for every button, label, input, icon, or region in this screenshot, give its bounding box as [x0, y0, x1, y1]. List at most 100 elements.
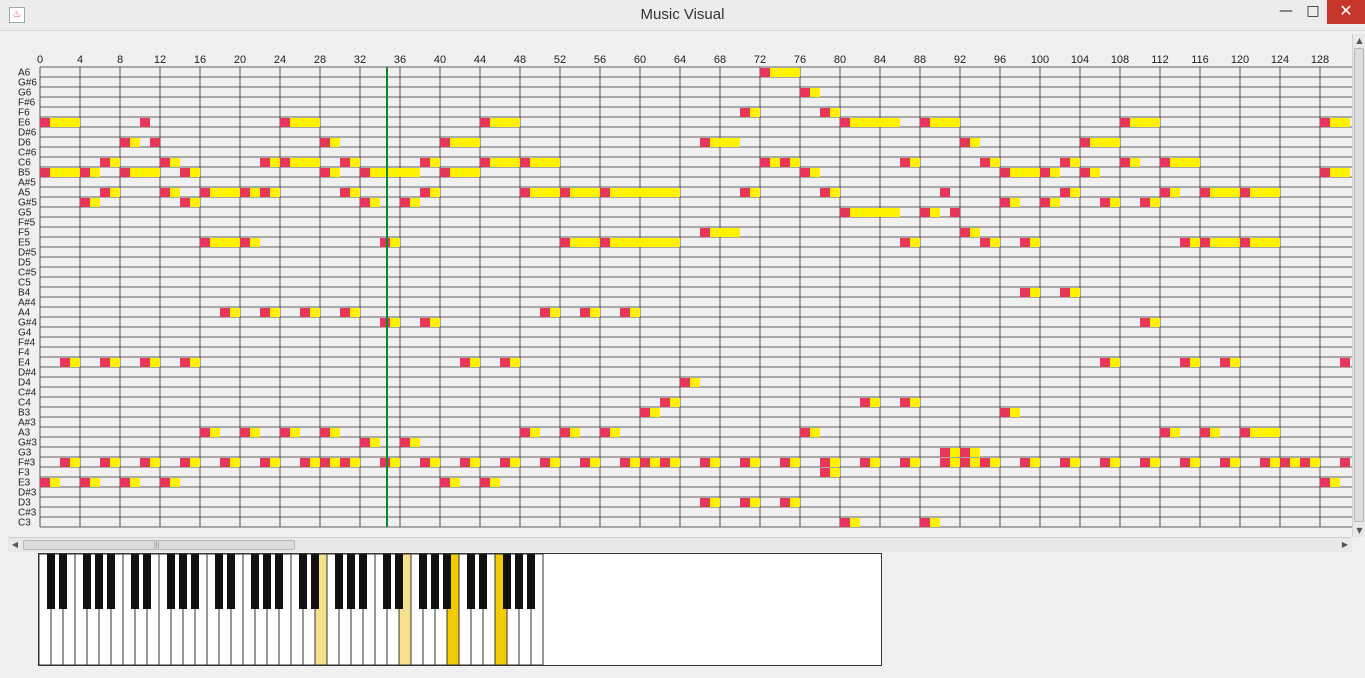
note-onset [140, 458, 150, 467]
note [900, 238, 920, 247]
note [380, 238, 400, 247]
note-onset [540, 458, 550, 467]
note [260, 458, 280, 467]
scroll-left-icon[interactable]: ◀ [8, 538, 22, 552]
scroll-up-icon[interactable]: ▲ [1353, 34, 1365, 47]
grip-icon: ||| [154, 542, 160, 549]
note-onset [150, 138, 160, 147]
scroll-right-icon[interactable]: ▶ [1338, 538, 1352, 552]
black-key [383, 554, 391, 609]
pitch-label: C3 [18, 518, 31, 529]
note-onset [540, 308, 550, 317]
close-button[interactable]: ✕ [1327, 0, 1365, 24]
note-onset [780, 498, 790, 507]
note-onset [120, 138, 130, 147]
note-onset [1020, 238, 1030, 247]
vertical-scroll-thumb[interactable] [1354, 48, 1364, 522]
note [300, 308, 320, 317]
black-key [215, 554, 223, 609]
note-onset [1040, 168, 1050, 177]
maximize-button[interactable]: □ [1298, 0, 1328, 24]
note-onset [860, 458, 870, 467]
note-onset [960, 448, 970, 457]
note-onset [1060, 458, 1070, 467]
note [380, 458, 400, 467]
note-onset [1180, 358, 1190, 367]
note-onset [1000, 168, 1010, 177]
note-onset [980, 458, 990, 467]
note-onset [320, 458, 330, 467]
note-onset [180, 168, 190, 177]
note [1000, 168, 1040, 177]
piano-keyboard[interactable] [38, 553, 882, 666]
note-onset [220, 458, 230, 467]
note-onset [1120, 118, 1130, 127]
note [440, 138, 480, 147]
note [340, 308, 360, 317]
note [580, 458, 600, 467]
horizontal-scroll-thumb[interactable]: ||| [23, 540, 295, 550]
note-onset [420, 188, 430, 197]
note-onset [140, 358, 150, 367]
note-onset [960, 458, 970, 467]
piano-roll[interactable]: 0 4 8 12 16 20 24 28 32 36 40 44 48 52 56 60 64 68 72 76 80 8… [10, 34, 1352, 553]
note [140, 118, 150, 127]
note [1160, 188, 1180, 197]
note [320, 168, 340, 177]
note [660, 458, 680, 467]
note [700, 458, 720, 467]
note-onset [320, 168, 330, 177]
note-onset [500, 358, 510, 367]
note-onset [1100, 198, 1110, 207]
note-onset [700, 228, 710, 237]
note-onset [940, 448, 950, 457]
note-onset [80, 478, 90, 487]
note [900, 398, 920, 407]
note-onset [100, 458, 110, 467]
note [440, 168, 480, 177]
note-onset [1080, 138, 1090, 147]
note-onset [280, 158, 290, 167]
piano-roll-canvas[interactable]: 0 4 8 12 16 20 24 28 32 36 40 44 48 52 56 60 64 68 72 76 80 8… [10, 34, 1352, 553]
note [620, 308, 640, 317]
note [80, 478, 100, 487]
note-onset [1060, 158, 1070, 167]
beat-tick-label: 72 [754, 54, 766, 66]
note [340, 158, 360, 167]
note [1160, 428, 1180, 437]
note [1140, 198, 1160, 207]
note [1040, 168, 1060, 177]
note-onset [820, 188, 830, 197]
note-onset [420, 458, 430, 467]
beat-tick-label: 84 [874, 54, 886, 66]
note [40, 168, 80, 177]
note [960, 138, 980, 147]
note-onset [860, 398, 870, 407]
note [1240, 238, 1280, 247]
note-onset [560, 238, 570, 247]
note-onset [100, 158, 110, 167]
note-onset [800, 428, 810, 437]
note [100, 458, 120, 467]
note [40, 478, 60, 487]
note [520, 158, 560, 167]
horizontal-scrollbar[interactable]: ◀ ||| ▶ [8, 537, 1352, 552]
note [340, 458, 360, 467]
beat-tick-label: 100 [1031, 54, 1049, 66]
black-key [515, 554, 523, 609]
minimize-button[interactable]: — [1271, 0, 1301, 24]
piano-keyboard-canvas[interactable] [38, 553, 881, 666]
scroll-down-icon[interactable]: ▼ [1353, 524, 1365, 537]
note-onset [440, 478, 450, 487]
note-onset [520, 188, 530, 197]
note-onset [1000, 408, 1010, 417]
beat-tick-label: 32 [354, 54, 366, 66]
note [1240, 188, 1280, 197]
note-onset [600, 428, 610, 437]
note-onset [1280, 458, 1290, 467]
note [600, 428, 620, 437]
note [1140, 458, 1160, 467]
vertical-scrollbar[interactable]: ▲ ▼ [1352, 34, 1365, 537]
note-onset [980, 158, 990, 167]
note-onset [80, 198, 90, 207]
